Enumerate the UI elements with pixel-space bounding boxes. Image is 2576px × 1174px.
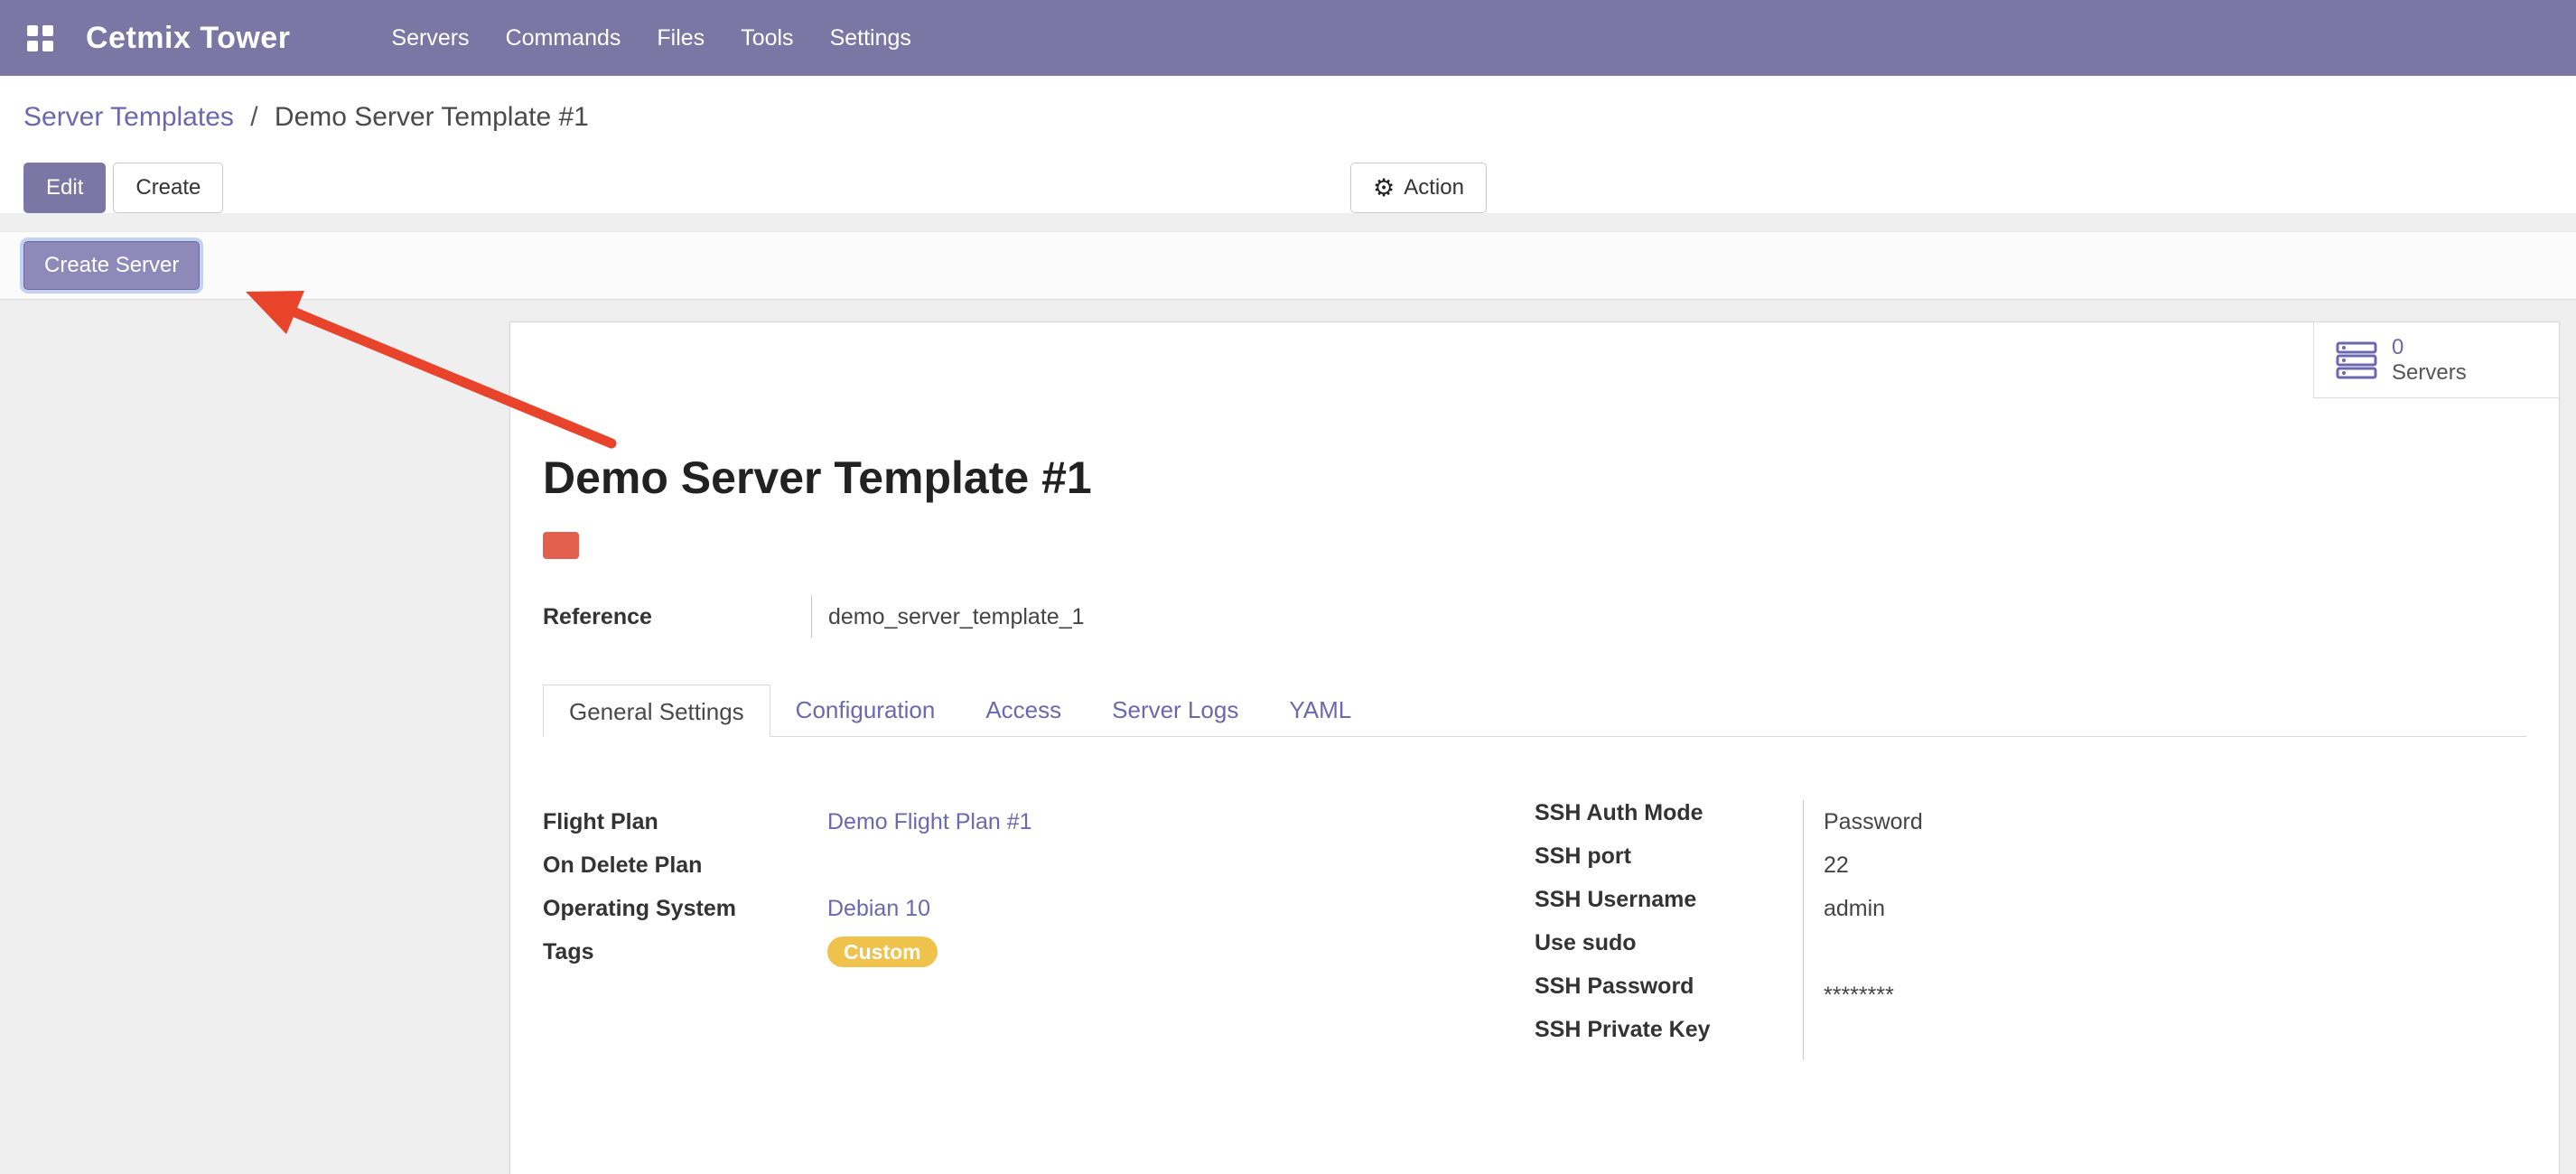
apps-square [42,41,53,51]
breadcrumb-parent-link[interactable]: Server Templates [23,102,234,132]
page: Cetmix Tower Servers Commands Files Tool… [0,0,2576,1174]
ssh-auth-mode-value: Password [1803,800,2526,843]
tab-yaml[interactable]: YAML [1264,684,1377,736]
field-row-flight-plan: Flight Plan Demo Flight Plan #1 [543,800,1535,843]
field-group-left: Flight Plan Demo Flight Plan #1 On Delet… [543,800,1535,1060]
field-label: Flight Plan [543,809,827,835]
field-label: SSH Username [1535,887,1803,930]
field-row-operating-system: Operating System Debian 10 [543,887,1535,930]
control-panel: Server Templates / Demo Server Template … [0,76,2576,213]
edit-button[interactable]: Edit [23,163,106,213]
nav-item-files[interactable]: Files [657,25,705,51]
nav-item-tools[interactable]: Tools [741,25,793,51]
breadcrumb: Server Templates / Demo Server Template … [23,98,2553,137]
ssh-private-key-value [1803,1017,2526,1060]
main-content: 0 Servers Demo Server Template #1 Refere… [0,300,2576,1170]
edit-create-group: Edit Create [23,163,2553,213]
gear-icon: ⚙ [1373,176,1395,200]
servers-stat-count: 0 [2392,335,2467,360]
nav-item-commands[interactable]: Commands [506,25,621,51]
form-statusbar: Create Server [0,231,2576,300]
field-label: SSH Auth Mode [1535,800,1803,843]
reference-field-value: demo_server_template_1 [811,595,2526,638]
form-sheet: 0 Servers Demo Server Template #1 Refere… [509,321,2560,1174]
sheet-body: Demo Server Template #1 Reference demo_s… [510,451,2559,1060]
app-brand[interactable]: Cetmix Tower [86,21,290,56]
notebook-tabs: General Settings Configuration Access Se… [543,684,2526,737]
tab-server-logs[interactable]: Server Logs [1087,684,1264,736]
apps-square [27,41,38,51]
field-group-right: SSH Auth Mode Password SSH port 22 SSH U… [1535,800,2526,1060]
record-title: Demo Server Template #1 [543,451,2526,505]
ssh-password-value: ******** [1803,974,2526,1017]
field-label: SSH port [1535,843,1803,887]
field-row-use-sudo: Use sudo [1535,930,2526,974]
field-row-ssh-auth-mode: SSH Auth Mode Password [1535,800,2526,843]
operating-system-link[interactable]: Debian 10 [827,896,930,921]
servers-stat-button[interactable]: 0 Servers [2313,322,2559,398]
breadcrumb-current: Demo Server Template #1 [275,102,589,132]
ssh-port-value: 22 [1803,843,2526,887]
flight-plan-link[interactable]: Demo Flight Plan #1 [827,809,1032,834]
tab-configuration[interactable]: Configuration [770,684,961,736]
tag-badge-custom: Custom [827,936,938,967]
apps-square [42,25,53,36]
tab-access[interactable]: Access [960,684,1087,736]
field-row-on-delete-plan: On Delete Plan [543,843,1535,887]
use-sudo-value [1803,930,2526,974]
tab-general-settings[interactable]: General Settings [543,685,770,737]
button-box: 0 Servers [510,322,2559,398]
apps-menu-icon[interactable] [27,25,53,51]
servers-stat-label: Servers [2392,360,2467,386]
action-button[interactable]: ⚙ Action [1350,163,1487,213]
control-panel-buttons: Edit Create ⚙ Action [23,163,2553,213]
servers-stat-text: 0 Servers [2392,335,2467,386]
reference-field-label: Reference [543,595,811,638]
create-button[interactable]: Create [113,163,223,213]
create-server-button[interactable]: Create Server [23,241,200,290]
field-row-ssh-password: SSH Password ******** [1535,974,2526,1017]
nav-item-settings[interactable]: Settings [830,25,911,51]
breadcrumb-separator: / [250,102,257,132]
ssh-username-value: admin [1803,887,2526,930]
field-label: Operating System [543,896,827,922]
nav-menu: Servers Commands Files Tools Settings [391,25,910,51]
reference-field-row: Reference demo_server_template_1 [543,595,2526,638]
field-row-ssh-port: SSH port 22 [1535,843,2526,887]
field-row-ssh-username: SSH Username admin [1535,887,2526,930]
color-swatch[interactable] [543,532,579,559]
field-row-tags: Tags Custom [543,930,1535,974]
field-label: SSH Private Key [1535,1017,1803,1060]
field-label: Tags [543,939,827,965]
field-row-ssh-private-key: SSH Private Key [1535,1017,2526,1060]
field-label: On Delete Plan [543,853,827,879]
action-button-label: Action [1404,175,1464,200]
field-groups: Flight Plan Demo Flight Plan #1 On Delet… [543,800,2526,1060]
apps-square [27,25,38,36]
field-label: Use sudo [1535,930,1803,974]
servers-icon [2336,340,2377,380]
field-label: SSH Password [1535,974,1803,1017]
top-navbar: Cetmix Tower Servers Commands Files Tool… [0,0,2576,76]
nav-item-servers[interactable]: Servers [391,25,469,51]
